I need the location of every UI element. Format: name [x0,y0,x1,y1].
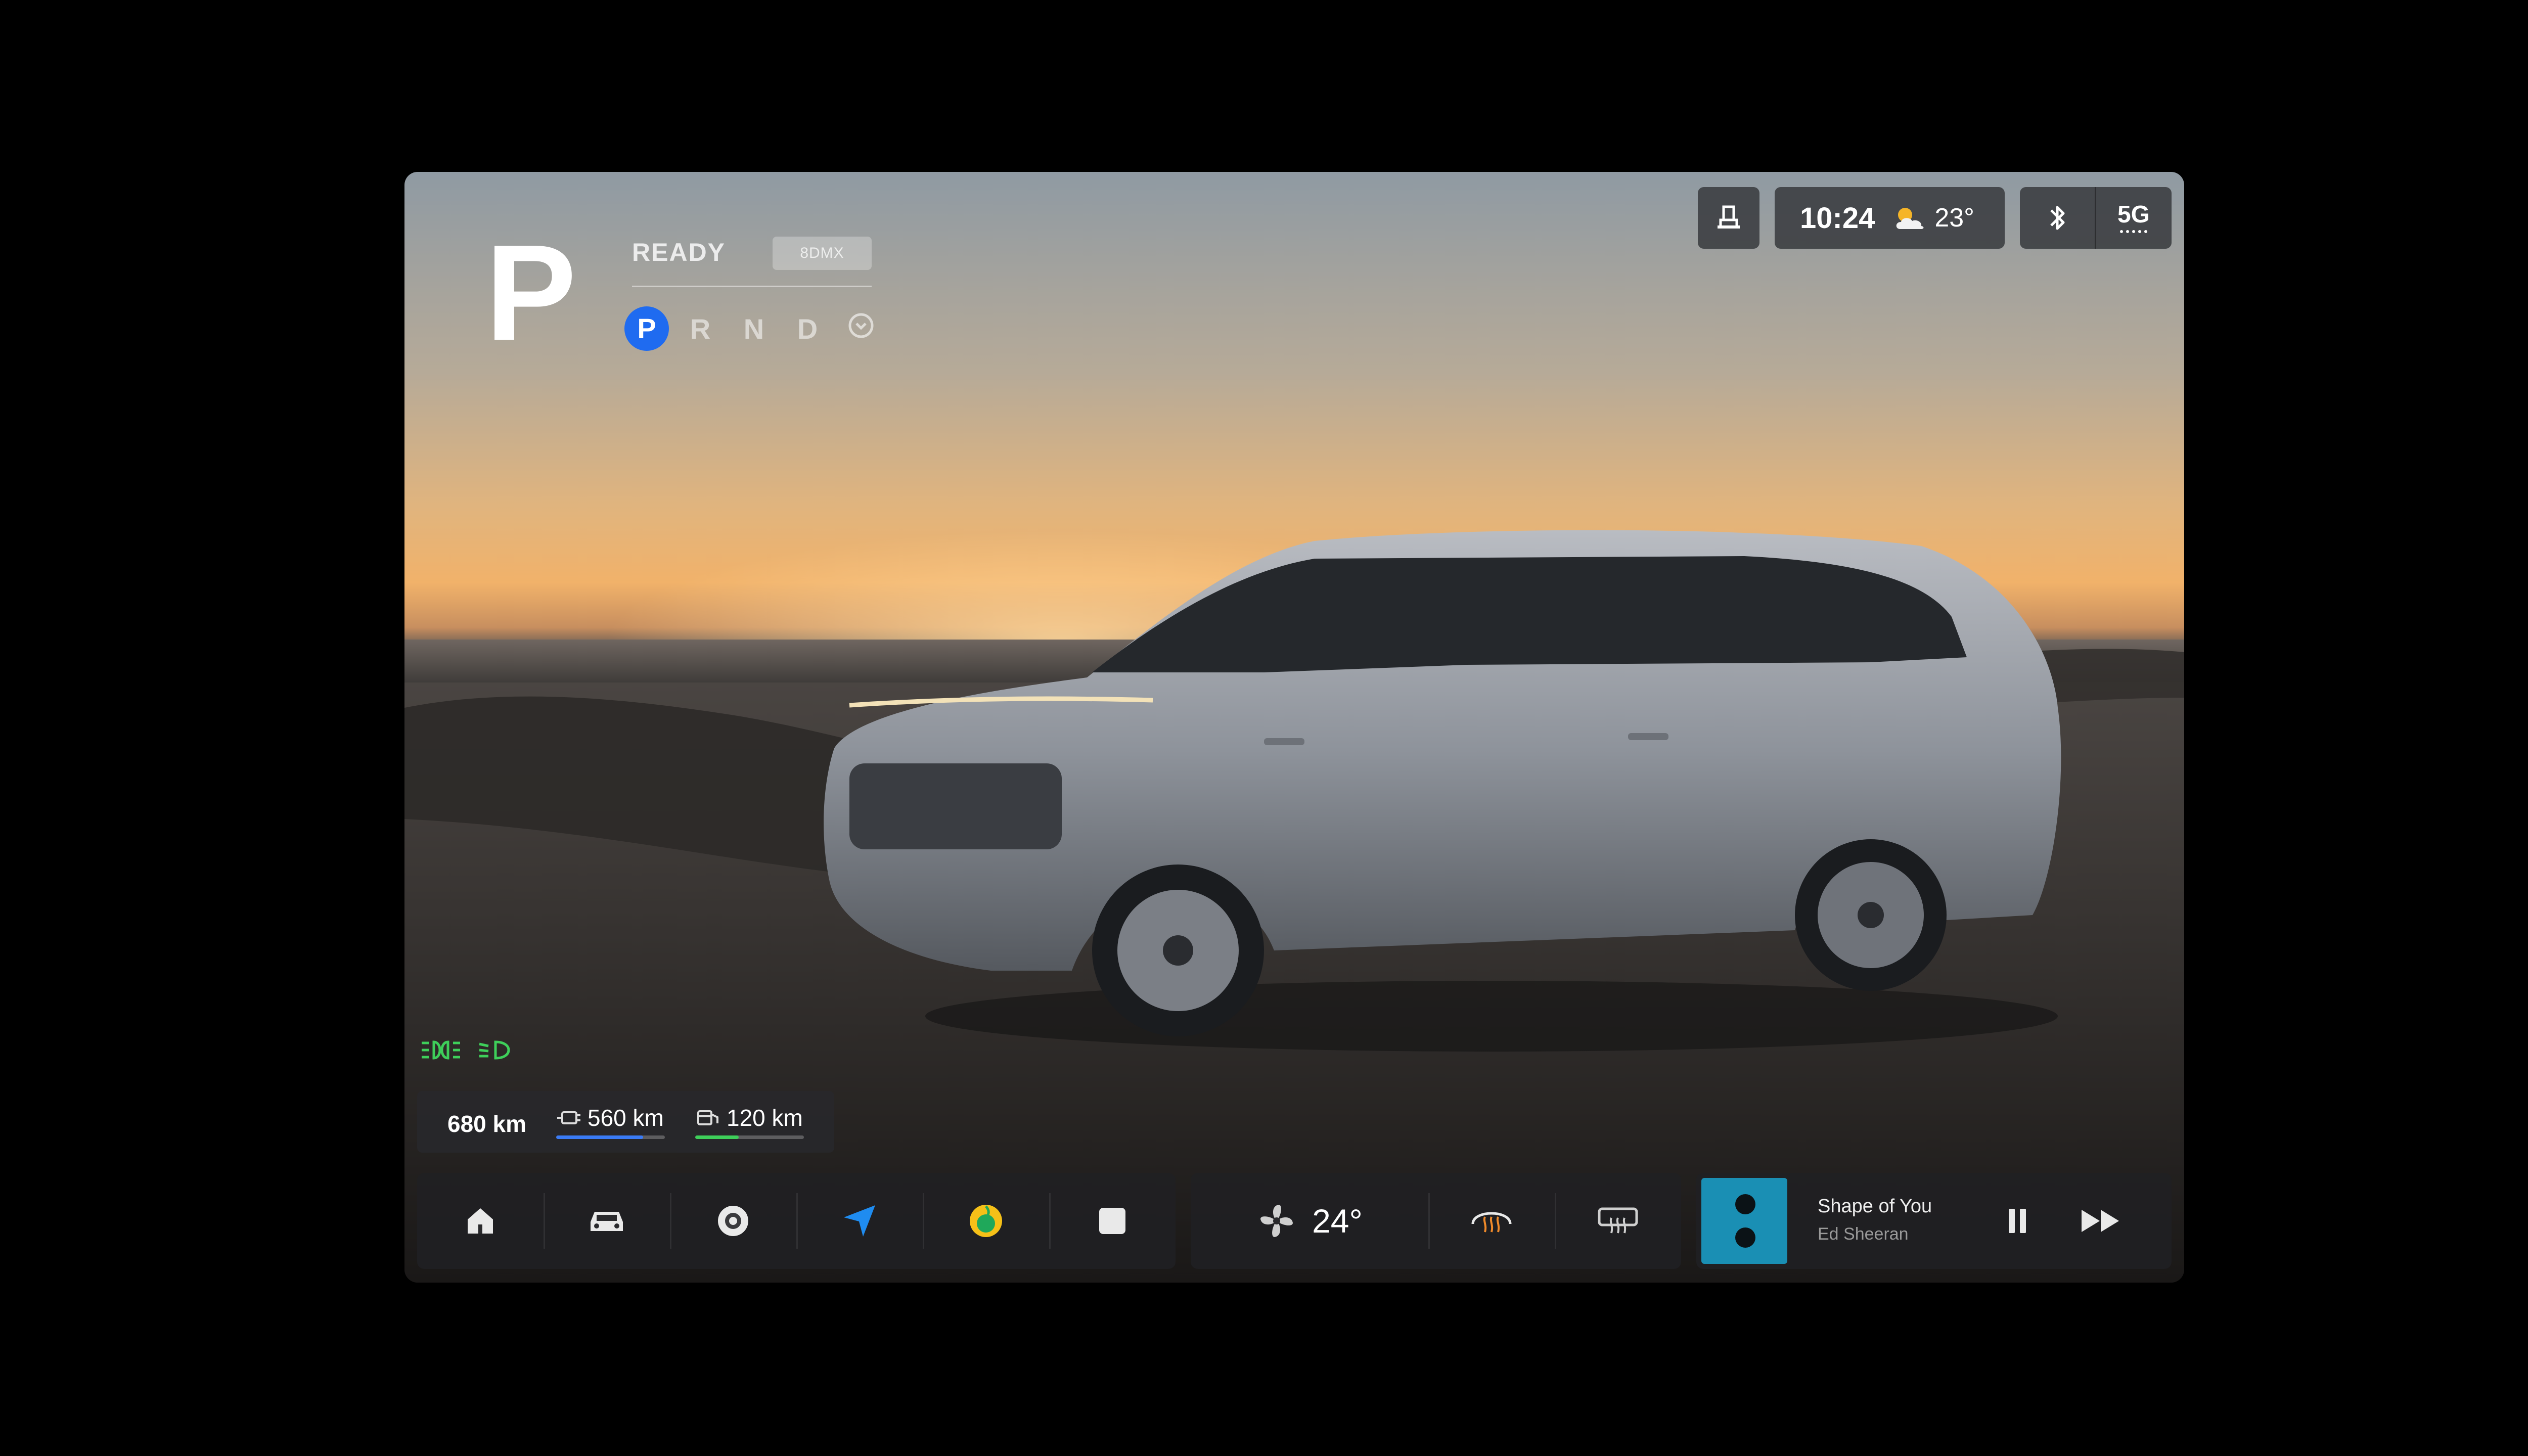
front-defrost-button[interactable] [1428,1173,1555,1269]
music-app-button[interactable] [923,1173,1049,1269]
cabin-temperature: 24° [1312,1202,1363,1240]
partly-cloudy-icon [1897,208,1924,229]
light-indicators [420,1039,513,1061]
current-gear-display: P [485,217,577,369]
drive-mode-badge: 8DMX [773,237,872,270]
pause-button[interactable] [1984,1173,2050,1269]
car-display-screen: P READY 8DMX P R N D 10:24 23° 5G 680 km… [404,172,2184,1283]
network-type: 5G [2117,201,2150,228]
gear-option-d[interactable]: D [781,312,834,345]
range-panel: 680 km 560 km 120 km [417,1091,834,1153]
time-weather-panel[interactable]: 10:24 23° [1775,187,2005,249]
camera-icon [718,1206,748,1236]
fast-forward-button[interactable] [2060,1173,2141,1269]
home-button[interactable] [417,1173,544,1269]
electric-range-bar [556,1135,665,1139]
bluetooth-button[interactable] [2020,202,2095,234]
fuel-range: 120 km [695,1104,804,1139]
album-art[interactable] [1701,1178,1787,1264]
app-dock [417,1173,1176,1269]
gear-divider [632,286,872,287]
signal-strength-icon [2096,230,2171,233]
network-indicator: 5G [2096,203,2171,233]
fast-forward-icon [2082,1210,2119,1232]
navigation-button[interactable] [796,1173,923,1269]
vehicle-button[interactable] [544,1173,670,1269]
fan-icon [1260,1205,1293,1237]
gear-option-r[interactable]: R [673,312,727,345]
climate-dock: 24° [1191,1173,1681,1269]
fuel-pump-icon [697,1110,718,1125]
person-seat-icon [1718,205,1740,229]
outside-temperature: 23° [1934,203,1974,233]
fuel-range-bar [695,1135,804,1139]
gear-selector: P R N D [620,306,888,351]
track-title: Shape of You [1818,1196,1932,1217]
position-lights-icon [422,1040,460,1060]
ready-status: READY [632,238,726,266]
fuel-range-value: 120 km [727,1105,803,1131]
front-defrost-icon [1471,1212,1512,1233]
home-icon [468,1208,493,1234]
total-range: 680 km [447,1111,527,1137]
gear-option-p[interactable]: P [620,306,673,351]
track-artist: Ed Sheeran [1818,1224,1909,1244]
low-beam-icon [479,1040,510,1060]
rear-defrost-button[interactable] [1555,1173,1681,1269]
climate-fan-control[interactable]: 24° [1191,1173,1428,1269]
gear-option-n[interactable]: N [727,312,781,345]
rear-defrost-icon [1598,1207,1638,1234]
auto-hold-icon[interactable] [834,312,888,345]
electric-range-value: 560 km [588,1105,664,1131]
navigation-icon [844,1205,875,1237]
battery-plug-icon [557,1111,580,1124]
apps-icon [1099,1208,1125,1234]
media-player: Shape of You Ed Sheeran [1696,1173,2172,1269]
connectivity-panel: 5G [2020,187,2172,249]
camera-button[interactable] [670,1173,796,1269]
pause-icon [2009,1209,2026,1233]
car-icon [591,1212,623,1231]
apps-button[interactable] [1049,1173,1176,1269]
bluetooth-icon [2050,206,2065,230]
driver-profile-button[interactable] [1698,187,1759,249]
clock-time: 10:24 [1800,201,1875,235]
music-app-icon [970,1205,1002,1237]
electric-range: 560 km [556,1104,665,1139]
